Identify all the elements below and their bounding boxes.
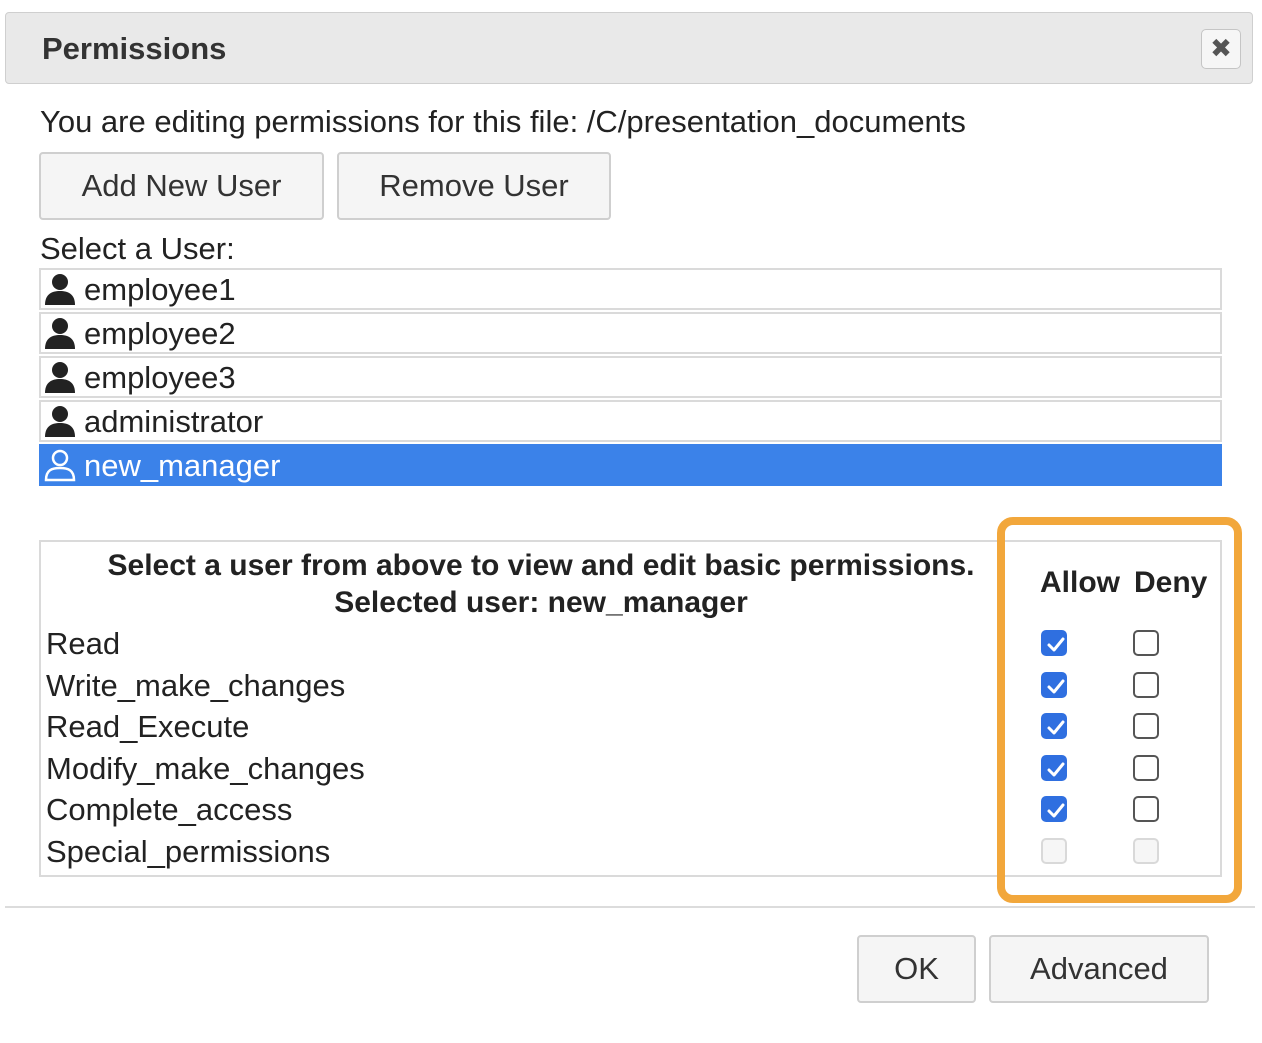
permission-row-modify-make-changes: Modify_make_changes (46, 749, 1216, 789)
user-name: new_manager (84, 448, 281, 483)
permission-row-write-make-changes: Write_make_changes (46, 666, 1216, 706)
permission-row-read-execute: Read_Execute (46, 707, 1216, 747)
permission-label: Read_Execute (46, 709, 250, 744)
permission-label: Write_make_changes (46, 668, 346, 703)
user-icon (45, 274, 75, 305)
user-name: employee1 (84, 272, 236, 307)
permission-label: Modify_make_changes (46, 751, 365, 786)
check-icon (1047, 762, 1065, 777)
check-icon (1047, 637, 1065, 652)
user-name: employee2 (84, 316, 236, 351)
user-icon (44, 449, 76, 482)
permissions-panel: Select a user from above to view and edi… (39, 540, 1222, 877)
deny-checkbox-special-permissions (1133, 838, 1159, 864)
user-row-administrator[interactable]: administrator (39, 400, 1222, 442)
deny-column-header: Deny (1134, 566, 1208, 599)
allow-checkbox-read-execute[interactable] (1041, 713, 1067, 739)
user-icon (45, 318, 75, 349)
check-icon (1047, 720, 1065, 735)
footer-divider (5, 906, 1255, 908)
allow-column-header: Allow (1040, 566, 1120, 599)
permission-row-special-permissions: Special_permissions (46, 832, 1216, 872)
add-new-user-button[interactable]: Add New User (39, 152, 324, 220)
permission-row-read: Read (46, 624, 1216, 664)
deny-checkbox-read-execute[interactable] (1133, 713, 1159, 739)
deny-checkbox-modify-make-changes[interactable] (1133, 755, 1159, 781)
check-icon (1047, 803, 1065, 818)
dialog-title: Permissions (42, 31, 227, 66)
close-button[interactable]: ✖ (1201, 29, 1241, 69)
user-row-employee3[interactable]: employee3 (39, 356, 1222, 398)
select-user-label: Select a User: (40, 231, 235, 266)
allow-checkbox-read[interactable] (1041, 630, 1067, 656)
user-name: employee3 (84, 360, 236, 395)
user-row-employee2[interactable]: employee2 (39, 312, 1222, 354)
allow-checkbox-modify-make-changes[interactable] (1041, 755, 1067, 781)
user-row-employee1[interactable]: employee1 (39, 268, 1222, 310)
allow-checkbox-write-make-changes[interactable] (1041, 672, 1067, 698)
user-list: employee1 employee2 employee3 administra… (39, 268, 1222, 488)
permission-label: Read (46, 626, 121, 661)
permission-row-complete-access: Complete_access (46, 790, 1216, 830)
check-icon (1047, 679, 1065, 694)
deny-checkbox-read[interactable] (1133, 630, 1159, 656)
permissions-dialog: Permissions ✖ You are editing permission… (0, 0, 1262, 1043)
permission-label: Special_permissions (46, 834, 331, 869)
deny-checkbox-complete-access[interactable] (1133, 796, 1159, 822)
selected-user-text: Selected user: new_manager (334, 586, 748, 619)
user-icon (45, 406, 75, 437)
permissions-instructions: Select a user from above to view and edi… (107, 549, 975, 582)
advanced-button[interactable]: Advanced (989, 935, 1209, 1003)
deny-checkbox-write-make-changes[interactable] (1133, 672, 1159, 698)
ok-button[interactable]: OK (857, 935, 976, 1003)
dialog-titlebar: Permissions ✖ (5, 12, 1253, 84)
user-row-new-manager[interactable]: new_manager (39, 444, 1222, 486)
user-icon (45, 362, 75, 393)
file-info-text: You are editing permissions for this fil… (40, 104, 966, 139)
allow-checkbox-complete-access[interactable] (1041, 796, 1067, 822)
remove-user-button[interactable]: Remove User (337, 152, 611, 220)
close-icon: ✖ (1210, 33, 1232, 63)
permissions-header: Select a user from above to view and edi… (41, 547, 1041, 621)
permission-label: Complete_access (46, 792, 293, 827)
user-name: administrator (84, 404, 264, 439)
allow-checkbox-special-permissions (1041, 838, 1067, 864)
